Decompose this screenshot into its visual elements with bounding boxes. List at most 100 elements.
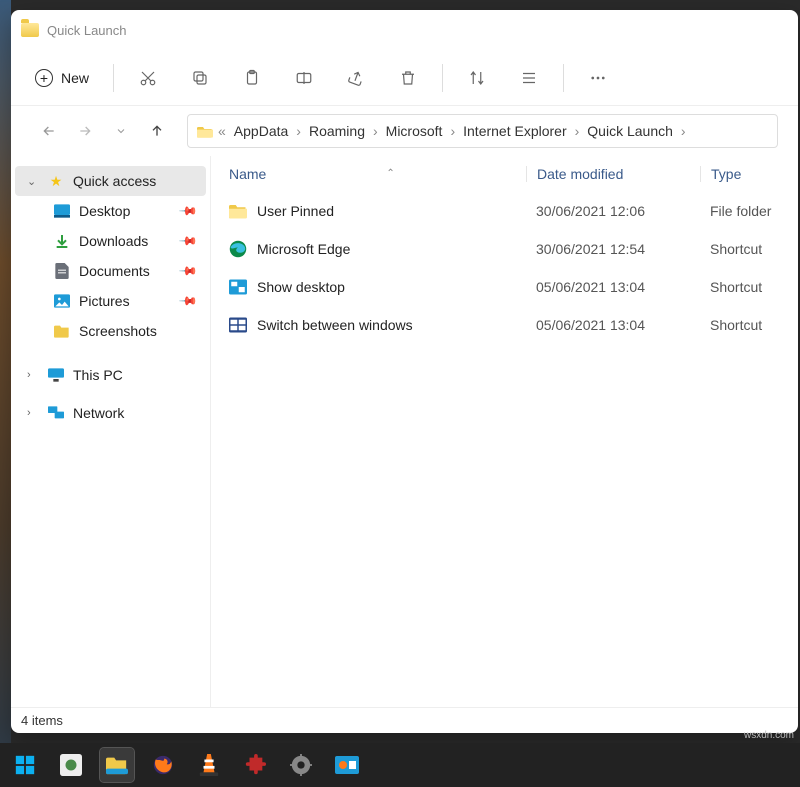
file-row-edge[interactable]: Microsoft Edge 30/06/2021 12:54 Shortcut bbox=[211, 230, 798, 268]
breadcrumb-roaming[interactable]: Roaming bbox=[305, 119, 369, 143]
taskbar-app-2[interactable] bbox=[238, 748, 272, 782]
copy-button[interactable] bbox=[176, 58, 224, 98]
taskbar bbox=[0, 743, 800, 787]
rename-button[interactable] bbox=[280, 58, 328, 98]
show-desktop-icon bbox=[229, 278, 247, 296]
breadcrumb-quicklaunch[interactable]: Quick Launch bbox=[583, 119, 677, 143]
breadcrumb-ie[interactable]: Internet Explorer bbox=[459, 119, 571, 143]
more-button[interactable] bbox=[574, 58, 622, 98]
delete-icon bbox=[399, 69, 417, 87]
delete-button[interactable] bbox=[384, 58, 432, 98]
sidebar-network[interactable]: › Network bbox=[15, 398, 206, 428]
sidebar-item-desktop[interactable]: Desktop 📌 bbox=[15, 196, 206, 226]
file-row-show-desktop[interactable]: Show desktop 05/06/2021 13:04 Shortcut bbox=[211, 268, 798, 306]
sidebar-item-label: Pictures bbox=[79, 293, 130, 309]
pin-icon: 📌 bbox=[178, 231, 198, 251]
switch-windows-icon bbox=[229, 316, 247, 334]
breadcrumb-appdata[interactable]: AppData bbox=[230, 119, 292, 143]
rename-icon bbox=[295, 69, 313, 87]
sort-asc-icon: ⌃ bbox=[386, 168, 394, 179]
watermark: wsxdn.com bbox=[744, 730, 794, 741]
folder-icon bbox=[21, 23, 39, 37]
folder-icon bbox=[53, 322, 71, 340]
sidebar-item-label: Screenshots bbox=[79, 323, 157, 339]
start-button[interactable] bbox=[8, 748, 42, 782]
file-name: Microsoft Edge bbox=[257, 241, 350, 257]
overflow-indicator[interactable]: « bbox=[216, 123, 228, 139]
up-button[interactable] bbox=[141, 115, 173, 147]
network-label: Network bbox=[73, 405, 124, 421]
windows-icon bbox=[14, 754, 36, 776]
view-button[interactable] bbox=[505, 58, 553, 98]
chevron-right-icon: › bbox=[294, 123, 303, 139]
sidebar-item-screenshots[interactable]: Screenshots bbox=[15, 316, 206, 346]
more-icon bbox=[589, 69, 607, 87]
vlc-icon bbox=[199, 754, 219, 776]
chevron-right-icon: › bbox=[27, 369, 39, 381]
sidebar: ⌄ ★ Quick access Desktop 📌 Downloads 📌 D… bbox=[11, 156, 211, 707]
sort-icon bbox=[468, 69, 486, 87]
star-icon: ★ bbox=[47, 172, 65, 190]
column-headers: Name⌃ Date modified Type bbox=[211, 156, 798, 192]
sidebar-item-pictures[interactable]: Pictures 📌 bbox=[15, 286, 206, 316]
file-type: Shortcut bbox=[700, 241, 798, 257]
file-date: 05/06/2021 13:04 bbox=[526, 279, 700, 295]
file-date: 05/06/2021 13:04 bbox=[526, 317, 700, 333]
file-name: Show desktop bbox=[257, 279, 345, 295]
cut-icon bbox=[139, 69, 157, 87]
address-bar[interactable]: « AppData› Roaming› Microsoft› Internet … bbox=[187, 114, 778, 148]
sidebar-item-downloads[interactable]: Downloads 📌 bbox=[15, 226, 206, 256]
share-button[interactable] bbox=[332, 58, 380, 98]
sidebar-item-documents[interactable]: Documents 📌 bbox=[15, 256, 206, 286]
view-icon bbox=[520, 69, 538, 87]
column-type[interactable]: Type bbox=[700, 166, 798, 182]
back-button[interactable] bbox=[33, 115, 65, 147]
desktop-icon bbox=[53, 202, 71, 220]
recent-button[interactable] bbox=[105, 115, 137, 147]
forward-button[interactable] bbox=[69, 115, 101, 147]
taskbar-vlc[interactable] bbox=[192, 748, 226, 782]
column-date[interactable]: Date modified bbox=[526, 166, 700, 182]
this-pc-label: This PC bbox=[73, 367, 123, 383]
downloads-icon bbox=[53, 232, 71, 250]
pc-icon bbox=[47, 366, 65, 384]
taskbar-app-1[interactable] bbox=[54, 748, 88, 782]
chevron-right-icon: › bbox=[679, 123, 688, 139]
file-row-switch-windows[interactable]: Switch between windows 05/06/2021 13:04 … bbox=[211, 306, 798, 344]
folder-icon bbox=[229, 202, 247, 220]
sidebar-quick-access[interactable]: ⌄ ★ Quick access bbox=[15, 166, 206, 196]
plus-icon: + bbox=[35, 69, 53, 87]
titlebar[interactable]: Quick Launch bbox=[11, 10, 798, 50]
share-icon bbox=[347, 69, 365, 87]
documents-icon bbox=[53, 262, 71, 280]
taskbar-settings[interactable] bbox=[284, 748, 318, 782]
file-name: User Pinned bbox=[257, 203, 334, 219]
pictures-icon bbox=[53, 292, 71, 310]
folder-icon bbox=[196, 122, 214, 140]
content-area: Name⌃ Date modified Type User Pinned 30/… bbox=[211, 156, 798, 707]
taskbar-explorer[interactable] bbox=[100, 748, 134, 782]
taskbar-app-3[interactable] bbox=[330, 748, 364, 782]
up-icon bbox=[149, 123, 165, 139]
copy-icon bbox=[191, 69, 209, 87]
cut-button[interactable] bbox=[124, 58, 172, 98]
paste-button[interactable] bbox=[228, 58, 276, 98]
breadcrumb-microsoft[interactable]: Microsoft bbox=[382, 119, 447, 143]
column-name[interactable]: Name⌃ bbox=[211, 166, 526, 182]
back-icon bbox=[41, 123, 57, 139]
file-row-user-pinned[interactable]: User Pinned 30/06/2021 12:06 File folder bbox=[211, 192, 798, 230]
address-row: « AppData› Roaming› Microsoft› Internet … bbox=[11, 106, 798, 156]
window-title: Quick Launch bbox=[47, 23, 127, 38]
puzzle-icon bbox=[244, 754, 266, 776]
sort-button[interactable] bbox=[453, 58, 501, 98]
new-label: New bbox=[61, 70, 89, 86]
sidebar-this-pc[interactable]: › This PC bbox=[15, 360, 206, 390]
taskbar-firefox[interactable] bbox=[146, 748, 180, 782]
network-icon bbox=[47, 404, 65, 422]
explorer-icon bbox=[106, 755, 128, 775]
new-button[interactable]: + New bbox=[21, 58, 103, 98]
separator bbox=[442, 64, 443, 92]
desktop-wallpaper-strip bbox=[0, 0, 11, 787]
toolbar: + New bbox=[11, 50, 798, 106]
app-icon bbox=[335, 756, 359, 774]
